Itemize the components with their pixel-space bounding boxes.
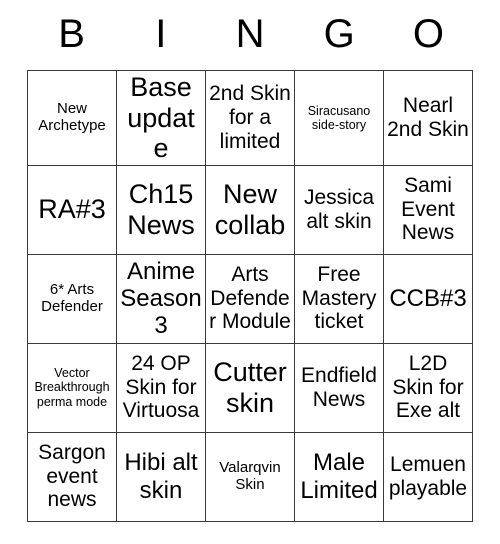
bingo-cell[interactable]: New collab bbox=[205, 164, 295, 255]
bingo-cell-label: 24 OP Skin for Virtuosa bbox=[122, 351, 200, 423]
bingo-cell-label: Base update bbox=[127, 72, 195, 163]
bingo-cell-label: Hibi alt skin bbox=[124, 449, 198, 504]
bingo-cell-label: L2D Skin for Exe alt bbox=[392, 351, 464, 423]
bingo-header-letter-o: O bbox=[412, 12, 444, 56]
bingo-cell-label: Free Mastery ticket bbox=[301, 262, 377, 334]
bingo-header: B I N G O bbox=[27, 0, 473, 70]
bingo-cell[interactable]: Valarqvin Skin bbox=[205, 431, 295, 522]
bingo-cell[interactable]: Endfield News bbox=[294, 342, 384, 433]
bingo-cell[interactable]: Sami Event News bbox=[383, 164, 473, 255]
bingo-cell[interactable]: 6* Arts Defender bbox=[27, 253, 117, 344]
bingo-cell-label: CCB#3 bbox=[389, 284, 467, 312]
bingo-cell[interactable]: Cutter skin bbox=[205, 342, 295, 433]
bingo-row: RA#3 Ch15 News New collab Jessica alt sk… bbox=[27, 164, 473, 255]
bingo-cell[interactable]: Lemuen playable bbox=[383, 431, 473, 522]
bingo-row: 6* Arts Defender Anime Season 3 Arts Def… bbox=[27, 253, 473, 344]
bingo-cell-label: Valarqvin Skin bbox=[219, 458, 281, 493]
bingo-header-letter-g: G bbox=[323, 12, 355, 56]
bingo-cell[interactable]: Ch15 News bbox=[116, 164, 206, 255]
bingo-cell[interactable]: Nearl 2nd Skin bbox=[383, 70, 473, 166]
bingo-cell-label: Nearl 2nd Skin bbox=[387, 94, 469, 141]
bingo-cell-label: Endfield News bbox=[301, 363, 377, 411]
bingo-cell-label: RA#3 bbox=[38, 194, 106, 225]
bingo-grid: New Archetype Base update 2nd Skin for a… bbox=[27, 70, 473, 522]
bingo-cell-label: 6* Arts Defender bbox=[41, 280, 103, 315]
bingo-cell[interactable]: RA#3 bbox=[27, 164, 117, 255]
bingo-cell[interactable]: Base update bbox=[116, 70, 206, 166]
bingo-cell[interactable]: L2D Skin for Exe alt bbox=[383, 342, 473, 433]
bingo-cell-label: Cutter skin bbox=[213, 357, 287, 418]
bingo-cell[interactable]: Siracusano side-story bbox=[294, 70, 384, 166]
bingo-cell-label: New collab bbox=[214, 179, 286, 240]
bingo-row: Sargon event news Hibi alt skin Valarqvi… bbox=[27, 431, 473, 522]
bingo-cell-label: Lemuen playable bbox=[388, 452, 468, 500]
bingo-header-letter-b: B bbox=[58, 12, 85, 56]
bingo-cell-label: Vector Breakthrough perma mode bbox=[34, 366, 110, 409]
bingo-header-letter-n: N bbox=[235, 12, 265, 56]
bingo-card: B I N G O New Archetype Base update 2nd … bbox=[27, 0, 473, 522]
bingo-cell[interactable]: 24 OP Skin for Virtuosa bbox=[116, 342, 206, 433]
bingo-row: New Archetype Base update 2nd Skin for a… bbox=[27, 70, 473, 166]
bingo-cell[interactable]: Jessica alt skin bbox=[294, 164, 384, 255]
bingo-cell-label: Siracusano side-story bbox=[307, 103, 371, 132]
bingo-header-letter-i: I bbox=[155, 12, 167, 56]
bingo-cell-label: Male Limited bbox=[300, 449, 378, 504]
bingo-cell-label: 2nd Skin for a limited bbox=[209, 82, 291, 153]
bingo-cell[interactable]: Hibi alt skin bbox=[116, 431, 206, 522]
bingo-cell[interactable]: Male Limited bbox=[294, 431, 384, 522]
bingo-cell-label: Ch15 News bbox=[127, 179, 195, 240]
bingo-cell[interactable]: 2nd Skin for a limited bbox=[205, 70, 295, 166]
bingo-cell[interactable]: CCB#3 bbox=[383, 253, 473, 344]
bingo-cell[interactable]: Sargon event news bbox=[27, 431, 117, 522]
bingo-cell[interactable]: Arts Defender Module bbox=[205, 253, 295, 344]
bingo-cell-label: New Archetype bbox=[38, 99, 106, 134]
bingo-cell[interactable]: Vector Breakthrough perma mode bbox=[27, 342, 117, 433]
bingo-cell-label: Sami Event News bbox=[401, 173, 455, 245]
bingo-cell[interactable]: Anime Season 3 bbox=[116, 253, 206, 344]
bingo-cell-label: Jessica alt skin bbox=[303, 185, 375, 233]
bingo-cell-label: Arts Defender Module bbox=[209, 262, 291, 334]
bingo-cell-label: Sargon event news bbox=[38, 440, 106, 512]
bingo-row: Vector Breakthrough perma mode 24 OP Ski… bbox=[27, 342, 473, 433]
bingo-cell-label: Anime Season 3 bbox=[120, 257, 202, 340]
bingo-cell[interactable]: New Archetype bbox=[27, 70, 117, 166]
bingo-cell[interactable]: Free Mastery ticket bbox=[294, 253, 384, 344]
